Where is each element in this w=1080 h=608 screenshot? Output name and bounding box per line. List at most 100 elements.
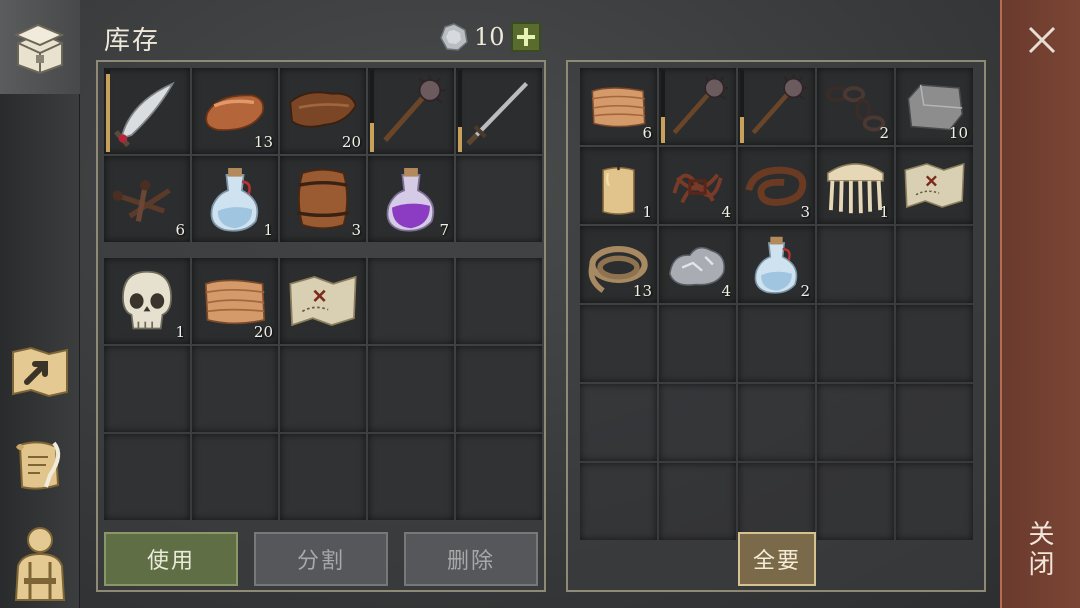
- item-quantity: 20: [341, 133, 361, 151]
- empty-slot[interactable]: [368, 258, 454, 344]
- empty-slot[interactable]: [896, 463, 973, 540]
- empty-slot[interactable]: [738, 305, 815, 382]
- item-quantity: 10: [948, 124, 968, 142]
- empty-slot[interactable]: [456, 434, 542, 520]
- item-quantity: 1: [175, 323, 185, 341]
- empty-slot[interactable]: [580, 305, 657, 382]
- tab-character[interactable]: [0, 520, 80, 604]
- empty-slot[interactable]: [104, 346, 190, 432]
- close-bar[interactable]: 关闭: [1000, 0, 1080, 608]
- item-quantity: 2: [800, 282, 810, 300]
- item-quantity: 4: [721, 203, 731, 221]
- loot-grid: 6 2 10 1 4 3 1 13 4 2: [580, 68, 973, 540]
- take-all-button[interactable]: 全要: [738, 532, 816, 586]
- inventory-slot[interactable]: [896, 147, 973, 224]
- inventory-slot[interactable]: 20: [280, 68, 366, 154]
- inventory-slot[interactable]: 4: [659, 226, 736, 303]
- inventory-slot[interactable]: 1: [817, 147, 894, 224]
- empty-slot[interactable]: [738, 384, 815, 461]
- tab-inventory[interactable]: [0, 0, 80, 94]
- tab-map[interactable]: [0, 340, 80, 404]
- use-button[interactable]: 使用: [104, 532, 238, 586]
- inventory-slot[interactable]: [659, 68, 736, 145]
- page-title: 库存: [104, 26, 161, 56]
- inventory-grid-lower: 1 20: [104, 258, 542, 520]
- scimitar-icon: [114, 81, 175, 148]
- empty-slot[interactable]: [817, 305, 894, 382]
- inventory-slot[interactable]: 2: [817, 68, 894, 145]
- inventory-slot[interactable]: [738, 68, 815, 145]
- sword-icon: [466, 81, 529, 146]
- empty-slot[interactable]: [368, 346, 454, 432]
- split-button[interactable]: 分割: [254, 532, 388, 586]
- empty-slot[interactable]: [896, 305, 973, 382]
- empty-slot[interactable]: [817, 226, 894, 303]
- empty-slot[interactable]: [456, 156, 542, 242]
- durability-bar: [106, 70, 110, 152]
- map-icon: [12, 346, 68, 398]
- inventory-slot[interactable]: 1: [192, 156, 278, 242]
- inventory-slot[interactable]: 2: [738, 226, 815, 303]
- empty-slot[interactable]: [580, 463, 657, 540]
- item-quantity: 1: [879, 203, 889, 221]
- close-icon[interactable]: [1024, 22, 1060, 58]
- inventory-slot[interactable]: 4: [659, 147, 736, 224]
- durability-bar: [661, 70, 665, 143]
- inventory-slot[interactable]: 1: [580, 147, 657, 224]
- durability-bar: [458, 70, 462, 152]
- item-quantity: 6: [175, 221, 185, 239]
- item-quantity: 13: [253, 133, 273, 151]
- inventory-slot[interactable]: [456, 68, 542, 154]
- empty-slot[interactable]: [104, 434, 190, 520]
- item-quantity: 1: [642, 203, 652, 221]
- empty-slot[interactable]: [192, 434, 278, 520]
- empty-slot[interactable]: [659, 305, 736, 382]
- chest-icon: [13, 23, 65, 75]
- inventory-slot[interactable]: 6: [104, 156, 190, 242]
- currency-display: 10: [440, 22, 541, 52]
- empty-slot[interactable]: [817, 384, 894, 461]
- sidebar: [0, 0, 80, 608]
- item-quantity: 4: [721, 282, 731, 300]
- empty-slot[interactable]: [456, 258, 542, 344]
- empty-slot[interactable]: [659, 384, 736, 461]
- empty-slot[interactable]: [192, 346, 278, 432]
- inventory-slot[interactable]: 13: [580, 226, 657, 303]
- empty-slot[interactable]: [456, 346, 542, 432]
- empty-slot[interactable]: [896, 384, 973, 461]
- mace-icon: [751, 74, 808, 135]
- inventory-slot[interactable]: [104, 68, 190, 154]
- item-quantity: 3: [800, 203, 810, 221]
- durability-bar: [370, 70, 374, 152]
- inventory-slot[interactable]: 10: [896, 68, 973, 145]
- empty-slot[interactable]: [280, 434, 366, 520]
- item-quantity: 7: [439, 221, 449, 239]
- inventory-slot[interactable]: 3: [738, 147, 815, 224]
- inventory-grid-upper: 13 20 6 1 3 7: [104, 68, 542, 242]
- item-quantity: 6: [642, 124, 652, 142]
- inventory-slot[interactable]: [280, 258, 366, 344]
- inventory-slot[interactable]: [368, 68, 454, 154]
- empty-slot[interactable]: [896, 226, 973, 303]
- mace-icon: [672, 74, 729, 135]
- empty-slot[interactable]: [659, 463, 736, 540]
- empty-slot[interactable]: [368, 434, 454, 520]
- inventory-slot[interactable]: 7: [368, 156, 454, 242]
- empty-slot[interactable]: [738, 463, 815, 540]
- currency-amount: 10: [474, 23, 505, 51]
- empty-slot[interactable]: [817, 463, 894, 540]
- inventory-slot[interactable]: 6: [580, 68, 657, 145]
- tab-journal[interactable]: [0, 432, 80, 500]
- inventory-slot[interactable]: 13: [192, 68, 278, 154]
- item-quantity: 20: [253, 323, 273, 341]
- durability-bar: [740, 70, 744, 143]
- add-currency-button[interactable]: [510, 22, 541, 52]
- scroll-quill-icon: [16, 441, 61, 490]
- empty-slot[interactable]: [580, 384, 657, 461]
- inventory-slot[interactable]: 1: [104, 258, 190, 344]
- treasure-map-icon: [289, 275, 357, 327]
- inventory-slot[interactable]: 3: [280, 156, 366, 242]
- inventory-slot[interactable]: 20: [192, 258, 278, 344]
- empty-slot[interactable]: [280, 346, 366, 432]
- delete-button[interactable]: 删除: [404, 532, 538, 586]
